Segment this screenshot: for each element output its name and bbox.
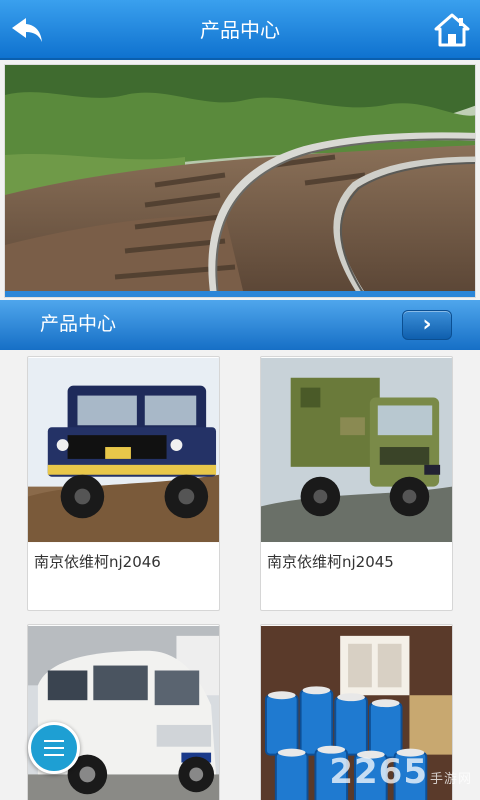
more-button[interactable]: › [402,310,452,340]
menu-button[interactable] [28,722,80,774]
page-title: 产品中心 [200,18,280,42]
product-card-2[interactable]: 南京依维柯nj2045 [260,356,453,611]
product-photo [261,357,452,543]
section-title: 产品中心 [40,313,117,335]
watermark-logo: 2265 手游网 [329,752,472,792]
banner-indicator [5,291,475,297]
section-header: 产品中心 › [0,300,480,350]
product-name: 南京依维柯nj2045 [267,553,394,571]
product-name: 南京依维柯nj2046 [34,553,161,571]
product-card-1[interactable]: 南京依维柯nj2046 [27,356,220,611]
watermark-number: 2265 [329,752,428,792]
product-photo [28,357,219,543]
header-bar: 产品中心 [0,0,480,60]
home-icon [434,13,470,47]
banner-image[interactable] [4,64,476,298]
menu-icon [44,740,64,742]
watermark-text: 手游网 [429,772,472,787]
menu-icon-line [44,747,64,749]
chevron-right-icon: › [422,312,432,337]
home-button[interactable] [432,12,472,48]
railway-photo [5,65,475,297]
menu-icon-line [44,754,64,756]
